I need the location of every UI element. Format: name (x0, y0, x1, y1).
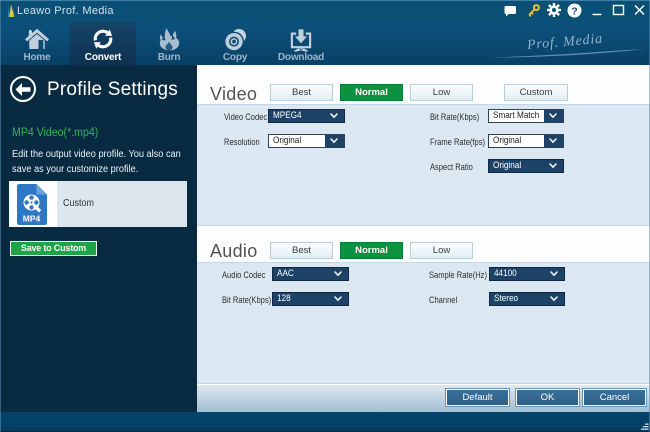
svg-text:?: ? (571, 5, 577, 17)
svg-text:MP4: MP4 (23, 214, 41, 224)
